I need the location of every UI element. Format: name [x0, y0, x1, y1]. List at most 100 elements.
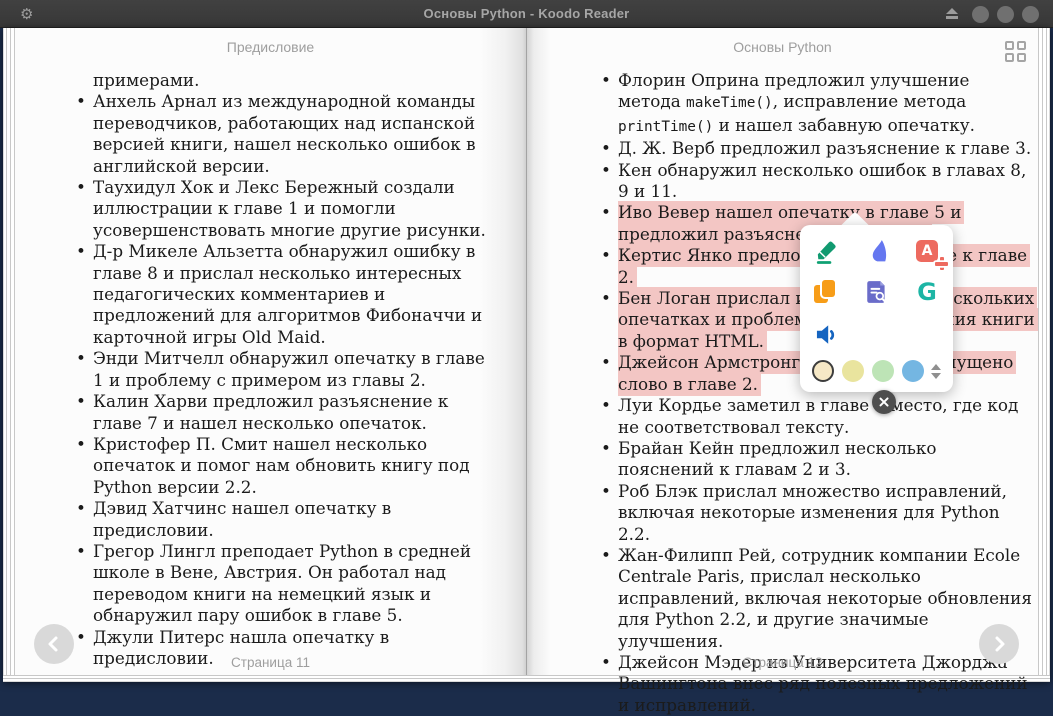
text-span: Д-р Микеле Альзетта обнаружил ошибку в г… — [93, 241, 482, 347]
color-swatch-cream[interactable] — [812, 360, 834, 382]
bullet-text: Д-р Микеле Альзетта обнаружил ошибку в г… — [93, 241, 482, 347]
bullet-text: Брайан Кейн предложил несколько пояснени… — [618, 438, 936, 479]
list-item: Грегор Лингл преподает Python в средней … — [93, 541, 491, 627]
text-span: Энди Митчелл обнаружил опечатку в главе … — [93, 348, 485, 389]
close-popup-button[interactable] — [872, 390, 896, 414]
list-item: Калин Харви предложил разъяснение к глав… — [93, 391, 491, 434]
list-item: Д-р Микеле Альзетта обнаружил ошибку в г… — [93, 241, 491, 348]
translate-icon[interactable]: A — [913, 237, 941, 265]
eject-icon[interactable] — [945, 8, 958, 20]
bullet-text: Таухидул Хок и Лекс Бережный создали илл… — [93, 177, 486, 240]
text-span: Калин Харви предложил разъяснение к глав… — [93, 391, 448, 432]
popup-row-1: A — [812, 237, 941, 265]
text-span: Таухидул Хок и Лекс Бережный создали илл… — [93, 177, 486, 240]
popup-swatch-row — [812, 356, 941, 386]
list-item: Дэвид Хатчинс нашел опечатку в предислов… — [93, 498, 491, 541]
spinner-down-icon — [931, 373, 941, 379]
page-stack-edge-left — [3, 28, 15, 682]
bullet-text: Кен обнаружил несколько ошибок в главах … — [618, 160, 1026, 201]
list-item: Флорин Оприна предложил улучшение метода… — [618, 70, 1035, 138]
eject-bar — [946, 16, 958, 19]
translate-plus-badge — [935, 257, 948, 270]
maximize-button[interactable] — [997, 6, 1014, 23]
color-swatches — [812, 360, 924, 382]
bullet-text: Флорин Оприна предложил улучшение метода… — [618, 70, 975, 135]
page-stack-edge-right — [1038, 28, 1050, 682]
text-span: Дэвид Хатчинс нашел опечатку в предислов… — [93, 498, 391, 539]
grid-view-icon[interactable] — [1005, 41, 1026, 62]
dictionary-search-icon[interactable] — [863, 278, 891, 306]
code-span: makeTime() — [686, 95, 773, 111]
right-page-number: Страница 12 — [527, 655, 1038, 670]
color-swatch-blue[interactable] — [902, 360, 924, 382]
bullet-text: Энди Митчелл обнаружил опечатку в главе … — [93, 348, 485, 389]
titlebar: ⚙ Основы Python - Koodo Reader — [0, 0, 1053, 28]
list-item: Д. Ж. Верб предложил разъяснение к главе… — [618, 138, 1035, 159]
popup-row-3 — [812, 319, 941, 347]
ink-annotation-icon[interactable] — [863, 237, 891, 265]
text-span: Д. Ж. Верб предложил разъяснение к главе… — [618, 138, 1031, 158]
list-item: Анхель Арнал из международной команды пе… — [93, 91, 491, 177]
right-page-header: Основы Python — [527, 39, 1038, 55]
bullet-text: Калин Харви предложил разъяснение к глав… — [93, 391, 448, 432]
right-page-content: Флорин Оприна предложил улучшение метода… — [618, 70, 1035, 716]
eject-triangle — [946, 8, 958, 14]
window-title: Основы Python - Koodo Reader — [0, 6, 1053, 21]
text-span: Кристофер П. Смит нашел несколько опечат… — [93, 434, 470, 497]
popup-row-2: G — [812, 278, 941, 306]
copy-sheets — [813, 279, 839, 305]
list-item: Жан-Филипп Рей, сотрудник компании Ecole… — [618, 545, 1035, 652]
left-page-number: Страница 11 — [15, 655, 526, 670]
prev-page-button[interactable] — [34, 624, 74, 664]
google-g-letter: G — [917, 279, 937, 305]
text-span: Грегор Лингл преподает Python в средней … — [93, 541, 471, 625]
bullet-text: Анхель Арнал из международной команды пе… — [93, 91, 476, 175]
chevron-left-icon — [45, 635, 63, 653]
left-page: Предисловие примерами. Анхель Арнал из м… — [15, 28, 527, 675]
bullet-text: Кристофер П. Смит нашел несколько опечат… — [93, 434, 470, 497]
text-span: Брайан Кейн предложил несколько пояснени… — [618, 438, 936, 479]
spinner-up-icon — [931, 364, 941, 370]
left-page-header: Предисловие — [15, 39, 526, 55]
text-span: Анхель Арнал из международной команды пе… — [93, 91, 476, 175]
text-span: Роб Блэк прислал множество исправлений, … — [618, 481, 1007, 544]
contributor-list-left: Анхель Арнал из международной команды пе… — [93, 91, 491, 669]
right-page: Основы Python Флорин Оприна предложил ул… — [527, 28, 1038, 675]
list-item: Луи Кордье заметил в главе 6 место, где … — [618, 395, 1035, 438]
swatch-scroll-spinner[interactable] — [931, 364, 941, 379]
window-controls — [945, 0, 1039, 28]
highlighter-pen-icon[interactable] — [812, 237, 840, 265]
text-span: , исправление метода — [773, 91, 967, 111]
color-swatch-yellow[interactable] — [842, 360, 864, 382]
bullet-text: Д. Ж. Верб предложил разъяснение к главе… — [618, 138, 1031, 158]
text-span: Кен обнаружил несколько ошибок в главах … — [618, 160, 1026, 201]
paragraph-continuation: примерами. — [93, 70, 491, 91]
text-span: Луи Кордье заметил в главе 6 место, где … — [618, 395, 1018, 436]
contributor-list-right: Флорин Оприна предложил улучшение метода… — [618, 70, 1035, 716]
list-item: Таухидул Хок и Лекс Бережный создали илл… — [93, 177, 491, 241]
list-item: Кристофер П. Смит нашел несколько опечат… — [93, 434, 491, 498]
text-to-speech-icon[interactable] — [812, 319, 840, 347]
bullet-text: Грегор Лингл преподает Python в средней … — [93, 541, 471, 625]
settings-gear-icon[interactable]: ⚙ — [20, 5, 33, 23]
text-span: и нашел забавную опечатку. — [713, 115, 975, 135]
left-page-content: примерами. Анхель Арнал из международной… — [93, 70, 491, 669]
close-button[interactable] — [1022, 6, 1039, 23]
list-item: Кен обнаружил несколько ошибок в главах … — [618, 160, 1035, 203]
bullet-text: Жан-Филипп Рей, сотрудник компании Ecole… — [618, 545, 1032, 651]
chevron-right-icon — [990, 635, 1008, 653]
code-span: printTime() — [618, 119, 713, 135]
next-page-button[interactable] — [979, 624, 1019, 664]
text-span: Жан-Филипп Рей, сотрудник компании Ecole… — [618, 545, 1032, 651]
popup-box: A G — [800, 225, 953, 392]
list-item: Брайан Кейн предложил несколько пояснени… — [618, 438, 1035, 481]
list-item: Энди Митчелл обнаружил опечатку в главе … — [93, 348, 491, 391]
color-swatch-green[interactable] — [872, 360, 894, 382]
bullet-text: Дэвид Хатчинс нашел опечатку в предислов… — [93, 498, 391, 539]
bullet-text: Роб Блэк прислал множество исправлений, … — [618, 481, 1007, 544]
google-search-icon[interactable]: G — [913, 278, 941, 306]
list-item: Роб Блэк прислал множество исправлений, … — [618, 481, 1035, 545]
copy-icon[interactable] — [812, 278, 840, 306]
minimize-button[interactable] — [972, 6, 989, 23]
bullet-text: Луи Кордье заметил в главе 6 место, где … — [618, 395, 1018, 436]
